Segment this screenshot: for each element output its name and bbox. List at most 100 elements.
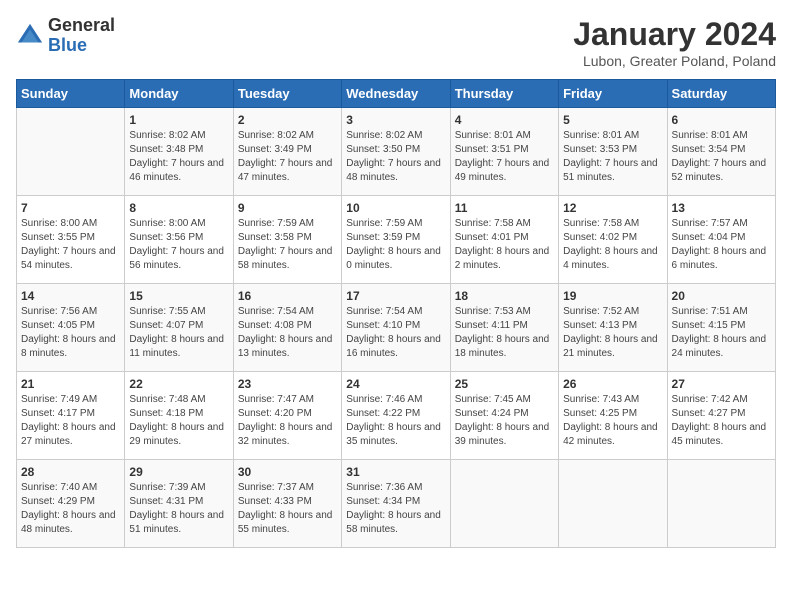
day-number: 25 [455,377,554,391]
calendar-cell: 16 Sunrise: 7:54 AMSunset: 4:08 PMDayligh… [233,284,341,372]
calendar-cell: 23 Sunrise: 7:47 AMSunset: 4:20 PMDayligh… [233,372,341,460]
day-number: 27 [672,377,771,391]
day-info: Sunrise: 7:54 AMSunset: 4:08 PMDaylight:… [238,305,337,361]
title-section: January 2024 Lubon, Greater Poland, Pola… [573,16,776,69]
weekday-row: SundayMondayTuesdayWednesdayThursdayFrid… [17,80,776,108]
calendar-cell: 20 Sunrise: 7:51 AMSunset: 4:15 PMDayligh… [667,284,775,372]
calendar-cell [667,460,775,548]
day-info: Sunrise: 7:49 AMSunset: 4:17 PMDaylight:… [21,393,120,449]
calendar-cell: 13 Sunrise: 7:57 AMSunset: 4:04 PMDayligh… [667,196,775,284]
day-number: 3 [346,113,445,127]
day-number: 11 [455,201,554,215]
day-info: Sunrise: 7:42 AMSunset: 4:27 PMDaylight:… [672,393,771,449]
calendar-cell: 4 Sunrise: 8:01 AMSunset: 3:51 PMDaylight… [450,108,558,196]
day-info: Sunrise: 8:02 AMSunset: 3:50 PMDaylight:… [346,129,445,185]
day-number: 19 [563,289,662,303]
day-info: Sunrise: 8:00 AMSunset: 3:56 PMDaylight:… [129,217,228,273]
day-info: Sunrise: 7:51 AMSunset: 4:15 PMDaylight:… [672,305,771,361]
day-number: 30 [238,465,337,479]
calendar-cell: 17Sunrise: 7:54 AMSunset: 4:10 PMDayligh… [342,284,450,372]
day-info: Sunrise: 7:56 AMSunset: 4:05 PMDaylight:… [21,305,120,361]
day-number: 28 [21,465,120,479]
day-info: Sunrise: 7:47 AMSunset: 4:20 PMDaylight:… [238,393,337,449]
calendar-cell: 28 Sunrise: 7:40 AMSunset: 4:29 PMDayligh… [17,460,125,548]
day-number: 7 [21,201,120,215]
day-info: Sunrise: 8:01 AMSunset: 3:51 PMDaylight:… [455,129,554,185]
day-number: 6 [672,113,771,127]
logo-icon [16,22,44,50]
day-info: Sunrise: 7:54 AMSunset: 4:10 PMDaylight:… [346,305,445,361]
weekday-header: Tuesday [233,80,341,108]
day-number: 23 [238,377,337,391]
day-number: 13 [672,201,771,215]
day-number: 31 [346,465,445,479]
day-info: Sunrise: 7:37 AMSunset: 4:33 PMDaylight:… [238,481,337,537]
calendar-cell: 26 Sunrise: 7:43 AMSunset: 4:25 PMDayligh… [559,372,667,460]
day-number: 14 [21,289,120,303]
calendar-table: SundayMondayTuesdayWednesdayThursdayFrid… [16,79,776,548]
calendar-cell: 31 Sunrise: 7:36 AMSunset: 4:34 PMDayligh… [342,460,450,548]
day-number: 10 [346,201,445,215]
day-number: 18 [455,289,554,303]
weekday-header: Thursday [450,80,558,108]
weekday-header: Sunday [17,80,125,108]
day-number: 16 [238,289,337,303]
main-title: January 2024 [573,16,776,53]
day-info: Sunrise: 7:58 AMSunset: 4:02 PMDaylight:… [563,217,662,273]
calendar-week-row: 28 Sunrise: 7:40 AMSunset: 4:29 PMDayligh… [17,460,776,548]
calendar-cell: 15 Sunrise: 7:55 AMSunset: 4:07 PMDayligh… [125,284,233,372]
day-info: Sunrise: 7:40 AMSunset: 4:29 PMDaylight:… [21,481,120,537]
day-info: Sunrise: 7:55 AMSunset: 4:07 PMDaylight:… [129,305,228,361]
calendar-header: SundayMondayTuesdayWednesdayThursdayFrid… [17,80,776,108]
calendar-cell: 18 Sunrise: 7:53 AMSunset: 4:11 PMDayligh… [450,284,558,372]
day-info: Sunrise: 8:02 AMSunset: 3:49 PMDaylight:… [238,129,337,185]
day-info: Sunrise: 7:43 AMSunset: 4:25 PMDaylight:… [563,393,662,449]
calendar-cell: 8 Sunrise: 8:00 AMSunset: 3:56 PMDaylight… [125,196,233,284]
subtitle: Lubon, Greater Poland, Poland [573,53,776,69]
weekday-header: Monday [125,80,233,108]
day-number: 8 [129,201,228,215]
day-info: Sunrise: 7:53 AMSunset: 4:11 PMDaylight:… [455,305,554,361]
day-number: 9 [238,201,337,215]
day-number: 4 [455,113,554,127]
day-info: Sunrise: 7:58 AMSunset: 4:01 PMDaylight:… [455,217,554,273]
day-number: 1 [129,113,228,127]
calendar-cell: 9 Sunrise: 7:59 AMSunset: 3:58 PMDaylight… [233,196,341,284]
day-info: Sunrise: 7:59 AMSunset: 3:58 PMDaylight:… [238,217,337,273]
calendar-cell: 2 Sunrise: 8:02 AMSunset: 3:49 PMDaylight… [233,108,341,196]
day-info: Sunrise: 7:52 AMSunset: 4:13 PMDaylight:… [563,305,662,361]
day-info: Sunrise: 7:57 AMSunset: 4:04 PMDaylight:… [672,217,771,273]
day-info: Sunrise: 7:48 AMSunset: 4:18 PMDaylight:… [129,393,228,449]
weekday-header: Saturday [667,80,775,108]
calendar-cell: 12 Sunrise: 7:58 AMSunset: 4:02 PMDayligh… [559,196,667,284]
day-info: Sunrise: 8:02 AMSunset: 3:48 PMDaylight:… [129,129,228,185]
calendar-cell: 22 Sunrise: 7:48 AMSunset: 4:18 PMDayligh… [125,372,233,460]
day-number: 2 [238,113,337,127]
calendar-body: 1 Sunrise: 8:02 AMSunset: 3:48 PMDaylight… [17,108,776,548]
weekday-header: Wednesday [342,80,450,108]
logo-general: General [48,16,115,36]
day-info: Sunrise: 8:01 AMSunset: 3:53 PMDaylight:… [563,129,662,185]
day-info: Sunrise: 7:46 AMSunset: 4:22 PMDaylight:… [346,393,445,449]
calendar-cell: 19 Sunrise: 7:52 AMSunset: 4:13 PMDayligh… [559,284,667,372]
day-number: 20 [672,289,771,303]
calendar-cell: 14 Sunrise: 7:56 AMSunset: 4:05 PMDayligh… [17,284,125,372]
day-number: 26 [563,377,662,391]
calendar-cell [17,108,125,196]
header: General Blue January 2024 Lubon, Greater… [16,16,776,69]
day-number: 15 [129,289,228,303]
calendar-cell: 24Sunrise: 7:46 AMSunset: 4:22 PMDayligh… [342,372,450,460]
logo-blue: Blue [48,36,115,56]
day-number: 29 [129,465,228,479]
day-number: 5 [563,113,662,127]
calendar-cell [559,460,667,548]
logo: General Blue [16,16,115,56]
day-info: Sunrise: 7:36 AMSunset: 4:34 PMDaylight:… [346,481,445,537]
calendar-cell: 5 Sunrise: 8:01 AMSunset: 3:53 PMDaylight… [559,108,667,196]
calendar-cell: 29Sunrise: 7:39 AMSunset: 4:31 PMDayligh… [125,460,233,548]
day-number: 22 [129,377,228,391]
calendar-week-row: 1 Sunrise: 8:02 AMSunset: 3:48 PMDaylight… [17,108,776,196]
day-info: Sunrise: 8:01 AMSunset: 3:54 PMDaylight:… [672,129,771,185]
calendar-week-row: 7Sunrise: 8:00 AMSunset: 3:55 PMDaylight… [17,196,776,284]
day-number: 12 [563,201,662,215]
